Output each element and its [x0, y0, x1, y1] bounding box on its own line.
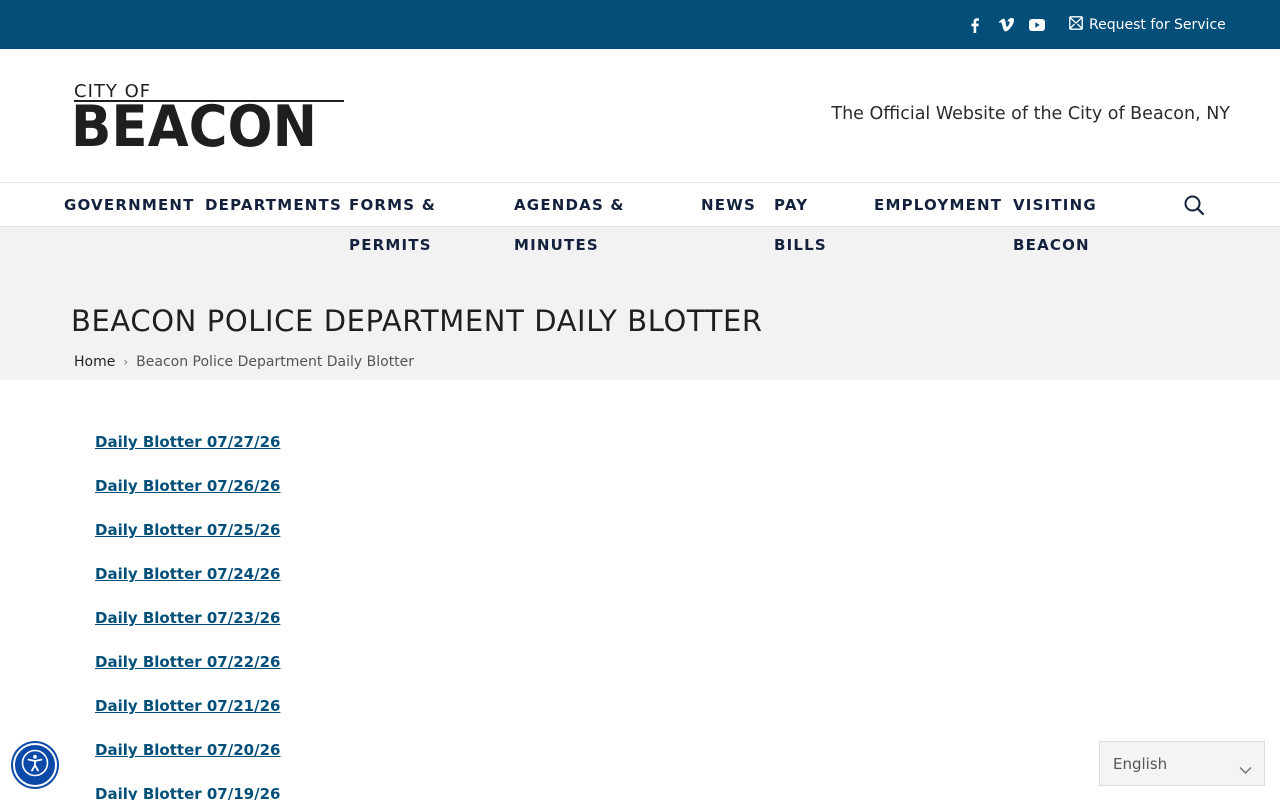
request-for-service-link[interactable]: Request for Service [1069, 15, 1226, 35]
blotter-link[interactable]: Daily Blotter 07/22/26 [95, 651, 280, 695]
blotter-link[interactable]: Daily Blotter 07/24/26 [95, 563, 280, 607]
nav-item-forms-permits[interactable]: FORMS & PERMITS [349, 185, 436, 265]
youtube-icon[interactable] [1028, 16, 1046, 34]
site-header: CITY OF BEACON The Official Website of t… [0, 49, 1280, 183]
nav-item-pay-bills[interactable]: PAY BILLS [774, 185, 827, 265]
main-nav: GOVERNMENT DEPARTMENTS FORMS & PERMITS A… [0, 183, 1280, 254]
top-bar: Request for Service [0, 0, 1280, 49]
nav-item-agendas-minutes[interactable]: AGENDAS & MINUTES [514, 185, 625, 265]
blotter-link[interactable]: Daily Blotter 07/23/26 [95, 607, 280, 651]
blotter-list: Daily Blotter 07/27/26 Daily Blotter 07/… [95, 431, 280, 800]
site-tagline: The Official Website of the City of Beac… [831, 104, 1230, 124]
nav-item-news[interactable]: NEWS [701, 185, 756, 225]
logo-beacon: BEACON [71, 94, 317, 160]
search-icon[interactable] [1183, 194, 1205, 216]
breadcrumb-separator: › [123, 355, 129, 369]
blotter-link[interactable]: Daily Blotter 07/26/26 [95, 475, 280, 519]
language-select[interactable]: English [1099, 741, 1265, 786]
chevron-down-icon [1239, 760, 1252, 775]
breadcrumb-current: Beacon Police Department Daily Blotter [136, 354, 415, 370]
vimeo-icon[interactable] [997, 16, 1015, 34]
nav-item-government[interactable]: GOVERNMENT [64, 185, 195, 225]
nav-item-visiting-beacon[interactable]: VISITING BEACON [1013, 185, 1097, 265]
accessibility-icon [21, 749, 49, 781]
accessibility-button[interactable] [13, 743, 57, 787]
blotter-link[interactable]: Daily Blotter 07/19/26 [95, 783, 280, 800]
nav-item-employment[interactable]: EMPLOYMENT [874, 185, 1002, 225]
page-title: BEACON POLICE DEPARTMENT DAILY BLOTTER [71, 304, 763, 338]
request-for-service-label: Request for Service [1089, 17, 1226, 33]
city-logo[interactable]: CITY OF BEACON [71, 81, 344, 160]
blotter-link[interactable]: Daily Blotter 07/20/26 [95, 739, 280, 783]
envelope-icon [1069, 16, 1083, 34]
blotter-link[interactable]: Daily Blotter 07/25/26 [95, 519, 280, 563]
breadcrumb-home-link[interactable]: Home [74, 354, 115, 370]
nav-item-departments[interactable]: DEPARTMENTS [205, 185, 342, 225]
breadcrumb: Home › Beacon Police Department Daily Bl… [74, 354, 414, 370]
blotter-link[interactable]: Daily Blotter 07/21/26 [95, 695, 280, 739]
blotter-link[interactable]: Daily Blotter 07/27/26 [95, 431, 280, 475]
facebook-icon[interactable] [969, 16, 981, 34]
language-selected: English [1113, 755, 1168, 773]
